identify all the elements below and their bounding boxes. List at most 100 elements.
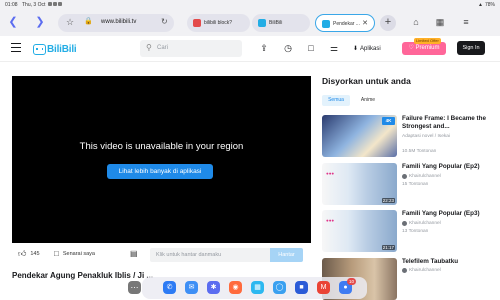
hamburger-menu-icon[interactable] <box>11 43 21 52</box>
settings-app-icon[interactable]: ✱ <box>207 281 220 294</box>
video-player[interactable]: This video is unavailable in your region… <box>12 76 311 243</box>
save-label: Senarai saya <box>62 250 95 257</box>
forward-icon[interactable]: ❯ <box>33 15 47 29</box>
search-input[interactable]: ⚲ Cari <box>140 40 242 57</box>
camera-app-icon[interactable]: ◉ <box>229 281 242 294</box>
unavailable-message: This video is unavailable in your region <box>79 141 244 152</box>
tabs-grid-icon[interactable]: ▦ <box>434 16 446 28</box>
like-button[interactable]: 👍︎ 145 <box>18 249 40 259</box>
browser-tab-active[interactable]: Pendekar ... ✕ <box>315 14 375 32</box>
card-views: 13 Tontonan <box>402 229 429 234</box>
tab-label: bilibili block? <box>204 20 233 26</box>
new-tab-button[interactable]: + <box>380 15 396 31</box>
app-label: Aplikasi <box>360 45 381 52</box>
bookmark-icon: □ <box>54 249 59 258</box>
download-icon: ⬇ <box>353 46 359 52</box>
history-icon[interactable]: ◷ <box>282 42 294 54</box>
video-duration: 22:23 <box>381 198 395 203</box>
refresh-icon[interactable]: ↻ <box>161 17 168 26</box>
address-bar[interactable]: ☆ 🔒 www.bilibili.tv ↻ <box>58 14 174 32</box>
system-icons: ▲ 78% <box>478 2 495 8</box>
card-views: 10.5M Tontonan <box>402 149 437 154</box>
card-title[interactable]: Famili Yang Popular (Ep3) <box>402 210 496 218</box>
video-actions: 👍︎ 145 □ Senarai saya ▤ Klik untuk hanta… <box>12 246 311 264</box>
gmail-app-icon[interactable]: M <box>317 281 330 294</box>
tv-logo-icon <box>33 43 46 55</box>
card-channel[interactable]: Khairulchannel <box>402 268 441 273</box>
phone-app-icon[interactable]: ✆ <box>163 281 176 294</box>
danmaku-icon: ▤ <box>130 249 138 258</box>
send-danmaku-button[interactable]: Hantar <box>270 248 303 262</box>
tab-favicon-icon <box>322 20 330 28</box>
danmaku-input[interactable]: Klik untuk hantar danmaku <box>150 248 270 262</box>
card-views: 15 Tontonan <box>402 182 429 187</box>
translate-icon[interactable]: ⚌ <box>328 42 340 54</box>
card-title[interactable]: Famili Yang Popular (Ep2) <box>402 163 496 171</box>
status-bar: 01:08 Thu, 3 Oct ▲ 78% <box>0 0 500 10</box>
back-icon[interactable]: ❮ <box>6 15 20 29</box>
video-thumbnail[interactable]: 4K <box>322 115 397 157</box>
bilibili-logo[interactable]: BiliBili <box>33 42 77 56</box>
chip-anime[interactable]: Anime <box>354 95 382 106</box>
bookmark-star-icon[interactable]: ☆ <box>66 17 74 28</box>
home-icon[interactable]: ⌂ <box>410 16 422 28</box>
status-time: 01:08 <box>5 2 18 8</box>
channel-name: Khairulchannel <box>409 174 441 179</box>
channel-name: Khairulchannel <box>409 221 441 226</box>
open-in-app-button[interactable]: Lihat lebih banyak di aplikasi <box>107 164 213 179</box>
recommendations-heading: Disyorkan untuk anda <box>322 76 411 86</box>
battery-text: 78% <box>484 2 495 8</box>
close-tab-icon[interactable]: ✕ <box>362 19 368 27</box>
status-date: Thu, 3 Oct <box>22 2 46 8</box>
browser-tab-1[interactable]: bilibili block? <box>187 14 250 32</box>
wifi-icon: ▲ <box>478 2 483 8</box>
app-drawer-icon[interactable]: ⋯ <box>128 281 141 294</box>
lock-icon: 🔒 <box>84 18 93 25</box>
limited-offer-badge: Limited Offer <box>414 38 441 44</box>
card-channel[interactable]: Khairulchannel <box>402 174 441 179</box>
calendar-app-icon[interactable]: ▦ <box>251 281 264 294</box>
upload-icon[interactable]: ⇪ <box>258 42 270 54</box>
tab-label: Pendekar ... <box>333 21 360 27</box>
recommendation-card[interactable]: ●●● 22:23 Famili Yang Popular (Ep2) Khai… <box>322 163 496 205</box>
recommendation-card[interactable]: ●●● 21:17 Famili Yang Popular (Ep3) Khai… <box>322 210 496 252</box>
4k-badge: 4K <box>382 117 395 125</box>
avatar <box>402 268 407 273</box>
channel-name: Khairulchannel <box>409 268 441 273</box>
card-title[interactable]: Telefilem Taubatku <box>402 258 496 266</box>
logo-text: BiliBili <box>47 43 77 55</box>
like-count: 145 <box>30 251 40 257</box>
thumbnail-art: ●●● <box>326 218 335 223</box>
tab-label: BiliBili <box>269 20 283 26</box>
sign-in-button[interactable]: Sign In <box>457 41 485 55</box>
video-thumbnail[interactable]: ●●● 22:23 <box>322 163 397 205</box>
chip-all[interactable]: Semua <box>322 95 350 106</box>
browser-tab-2[interactable]: BiliBili <box>252 14 310 32</box>
app-download-button[interactable]: ⬇ Aplikasi <box>353 42 381 55</box>
site-header: BiliBili ⚲ Cari ⇪ ◷ □ ⚌ ⬇ Aplikasi ♡ Pre… <box>0 36 500 62</box>
thumbnail-art: ●●● <box>326 171 335 176</box>
video-duration: 21:17 <box>381 245 395 250</box>
card-channel[interactable]: Khairulchannel <box>402 221 441 226</box>
danmaku-settings-button[interactable]: ▤ <box>130 249 138 258</box>
card-title[interactable]: Failure Frame: I Became the Strongest an… <box>402 115 496 131</box>
url-text[interactable]: www.bilibili.tv <box>101 19 136 25</box>
bookmark-icon[interactable]: □ <box>305 42 317 54</box>
search-placeholder: Cari <box>157 45 169 51</box>
avatar <box>402 221 407 226</box>
files-app-icon[interactable]: ■ <box>295 281 308 294</box>
menu-icon[interactable]: ≡ <box>460 16 472 28</box>
dock-apps: ⋯ ✆ ✉ ✱ ◉ ▦ ◯ ■ M ● 10 <box>0 277 500 299</box>
save-to-list-button[interactable]: □ Senarai saya <box>54 249 95 258</box>
card-genre: Adaptasi novel / Isekai <box>402 134 450 139</box>
tab-favicon-icon <box>193 19 201 27</box>
browser-toolbar: ❮ ❯ ☆ 🔒 www.bilibili.tv ↻ bilibili block… <box>0 10 500 36</box>
premium-label: Premium <box>415 45 440 51</box>
notification-icons <box>48 1 62 7</box>
browser-app-icon[interactable]: ◯ <box>273 281 286 294</box>
avatar <box>402 174 407 179</box>
video-thumbnail[interactable]: ●●● 21:17 <box>322 210 397 252</box>
notification-badge: 10 <box>347 278 356 285</box>
messages-app-icon[interactable]: ✉ <box>185 281 198 294</box>
recommendation-card[interactable]: 4K Failure Frame: I Became the Strongest… <box>322 115 496 157</box>
